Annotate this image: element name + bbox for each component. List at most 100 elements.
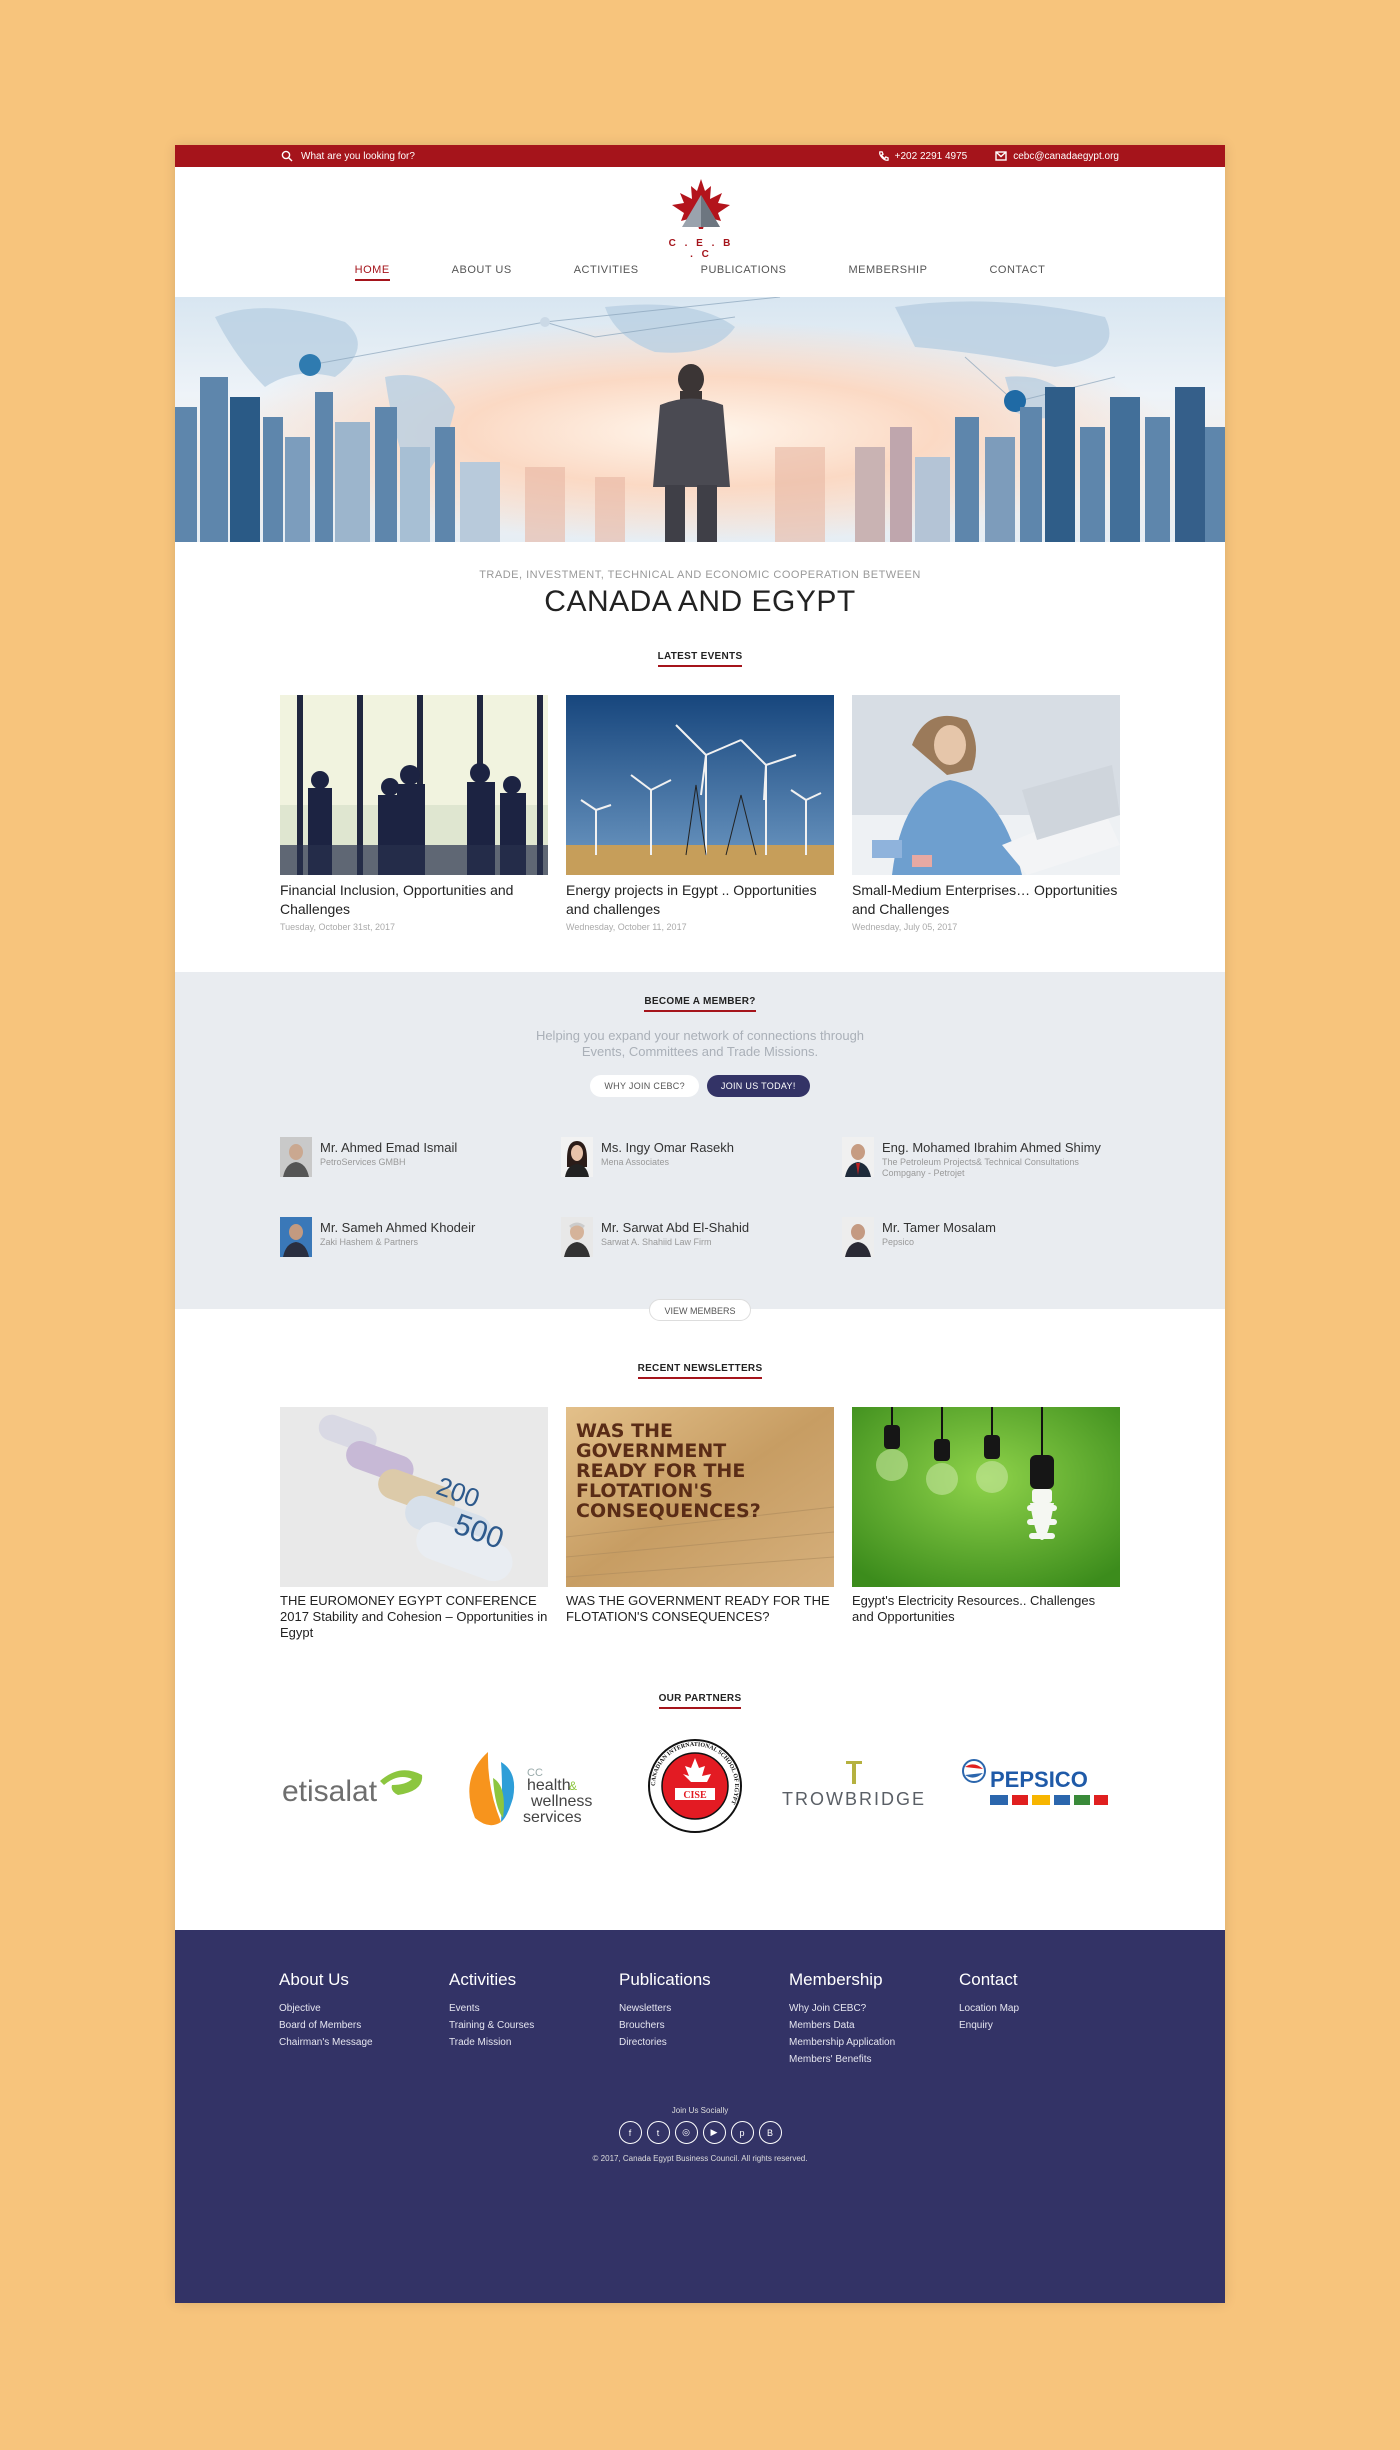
search-bar[interactable]: What are you looking for? [281,150,415,162]
footer: About Us Objective Board of Members Chai… [175,1930,1225,2303]
footer-link[interactable]: Newsletters [619,2000,789,2017]
footer-link[interactable]: Membership Application [789,2034,959,2051]
footer-heading: Activities [449,1970,517,1989]
avatar [280,1217,312,1257]
event-image[interactable] [566,695,834,875]
event-image[interactable] [852,695,1120,875]
newsletter-image[interactable] [852,1407,1120,1587]
footer-column: Membership Why Join CEBC? Members Data M… [789,1970,959,2068]
footer-link[interactable]: Members' Benefits [789,2051,959,2068]
nav-publications[interactable]: PUBLICATIONS [701,264,787,281]
footer-link[interactable]: Brouchers [619,2017,789,2034]
member-item[interactable]: Mr. Sameh Ahmed Khodeir Zaki Hashem & Par… [280,1217,561,1257]
member-company: The Petroleum Projects& Technical Consul… [882,1157,1079,1178]
footer-link[interactable]: Members Data [789,2017,959,2034]
social-icons: f t ◎ ▶ p B [175,2121,1225,2144]
newsletter-image[interactable]: 200 500 [280,1407,548,1587]
event-card[interactable]: Financial Inclusion, Opportunities and C… [280,695,548,932]
member-name: Mr. Tamer Mosalam [882,1220,996,1235]
page: What are you looking for? +202 2291 4975… [175,145,1225,2303]
newsletter-title[interactable]: THE EUROMONEY EGYPT CONFERENCE 2017 Stab… [280,1593,548,1641]
event-title[interactable]: Financial Inclusion, Opportunities and C… [280,881,548,919]
facebook-icon[interactable]: f [618,2121,642,2144]
event-date: Wednesday, July 05, 2017 [852,922,958,932]
footer-column: Contact Location Map Enquiry [959,1970,1129,2068]
footer-link[interactable]: Objective [279,2000,449,2017]
member-item[interactable]: Mr. Ahmed Emad Ismail PetroServices GMBH [280,1137,561,1179]
join-us-button[interactable]: JOIN US TODAY! [706,1075,810,1097]
newsletter-card[interactable]: 200 500 THE EUROMONEY EGYPT CONFERENCE 2… [280,1407,548,1641]
svg-text:TROWBRIDGE: TROWBRIDGE [782,1789,926,1809]
avatar [561,1217,593,1257]
cebc-logo[interactable]: C . E . B . C [666,177,736,260]
footer-link[interactable]: Board of Members [279,2017,449,2034]
avatar [842,1217,874,1257]
nav-home[interactable]: HOME [354,264,390,281]
newsletter-title[interactable]: Egypt's Electricity Resources.. Challeng… [852,1593,1120,1625]
footer-link[interactable]: Directories [619,2034,789,2051]
event-title[interactable]: Small-Medium Enterprises… Opportunities … [852,881,1120,919]
newsletter-image[interactable]: WAS THE GOVERNMENT READY FOR THE FLOTATI… [566,1407,834,1587]
footer-link[interactable]: Enquiry [959,2017,1129,2034]
youtube-icon[interactable]: ▶ [702,2121,726,2144]
footer-link[interactable]: Training & Courses [449,2017,619,2034]
event-card[interactable]: Small-Medium Enterprises… Opportunities … [852,695,1120,932]
top-bar: What are you looking for? +202 2291 4975… [175,145,1225,167]
partner-logo-health-wellness[interactable]: CC health & wellness services [463,1731,613,1841]
partner-logo-cise[interactable]: CANADIAN INTERNATIONAL SCHOOL OF EGYPT C… [645,1731,745,1841]
footer-link[interactable]: Location Map [959,2000,1129,2017]
partner-logo-trowbridge[interactable]: TROWBRIDGE [778,1731,928,1841]
view-members-button[interactable]: VIEW MEMBERS [649,1299,751,1321]
footer-heading: Publications [619,1970,711,1989]
footer-column: About Us Objective Board of Members Chai… [279,1970,449,2068]
tagline-title: CANADA AND EGYPT [544,585,856,618]
tagline: TRADE, INVESTMENT, TECHNICAL AND ECONOMI… [175,569,1225,619]
newsletter-card[interactable]: WAS THE GOVERNMENT READY FOR THE FLOTATI… [566,1407,834,1641]
member-item[interactable]: Mr. Tamer Mosalam Pepsico [842,1217,1123,1257]
nav-activities[interactable]: ACTIVITIES [574,264,639,281]
newsletter-title[interactable]: WAS THE GOVERNMENT READY FOR THE FLOTATI… [566,1593,834,1625]
event-card[interactable]: Energy projects in Egypt .. Opportunitie… [566,695,834,932]
member-item[interactable]: Mr. Sarwat Abd El-Shahid Sarwat A. Shahii… [561,1217,842,1257]
member-item[interactable]: Ms. Ingy Omar Rasekh Mena Associates [561,1137,842,1179]
member-item[interactable]: Eng. Mohamed Ibrahim Ahmed Shimy The Petr… [842,1137,1123,1179]
twitter-icon[interactable]: t [646,2121,670,2144]
partner-logo-etisalat[interactable]: etisalat [280,1731,430,1841]
nav-about-us[interactable]: ABOUT US [452,264,512,281]
member-name: Mr. Sameh Ahmed Khodeir [320,1220,476,1235]
phone-number: +202 2291 4975 [894,150,968,162]
members-grid: Mr. Ahmed Emad Ismail PetroServices GMBH … [175,1137,1225,1257]
footer-heading: Membership [789,1970,883,1989]
svg-text:services: services [523,1809,582,1826]
header: C . E . B . C HOME ABOUT US ACTIVITIES P… [175,167,1225,297]
nav-contact[interactable]: CONTACT [989,264,1045,281]
footer-link[interactable]: Chairman's Message [279,2034,449,2051]
search-placeholder[interactable]: What are you looking for? [301,151,415,162]
phone-link[interactable]: +202 2291 4975 [878,150,968,162]
partner-logo-pepsico[interactable]: PEPSICO [960,1731,1120,1841]
maple-leaf-icon [672,179,730,229]
email-address: cebc@canadaegypt.org [1013,150,1119,162]
member-company: Sarwat A. Shahiid Law Firm [601,1237,712,1247]
event-title[interactable]: Energy projects in Egypt .. Opportunitie… [566,881,834,919]
member-name: Mr. Ahmed Emad Ismail [320,1140,458,1155]
instagram-icon[interactable]: ◎ [674,2121,698,2144]
email-link[interactable]: cebc@canadaegypt.org [995,151,1119,162]
social-label: Join Us Socially [671,2106,729,2115]
avatar [280,1137,312,1177]
nav-membership[interactable]: MEMBERSHIP [848,264,927,281]
event-image[interactable] [280,695,548,875]
search-icon [281,150,293,162]
why-join-button[interactable]: WHY JOIN CEBC? [590,1075,699,1097]
event-date: Tuesday, October 31st, 2017 [280,922,396,932]
pinterest-icon[interactable]: p [730,2121,754,2144]
latest-events-heading: LATEST EVENTS [175,651,1225,667]
footer-link[interactable]: Trade Mission [449,2034,619,2051]
footer-link[interactable]: Events [449,2000,619,2017]
blogger-icon[interactable]: B [758,2121,782,2144]
hero-banner [175,297,1225,542]
newsletter-card[interactable]: Egypt's Electricity Resources.. Challeng… [852,1407,1120,1641]
footer-link[interactable]: Why Join CEBC? [789,2000,959,2017]
logo-text: C . E . B . C [668,238,734,260]
copyright: © 2017, Canada Egypt Business Council. A… [592,2154,808,2163]
